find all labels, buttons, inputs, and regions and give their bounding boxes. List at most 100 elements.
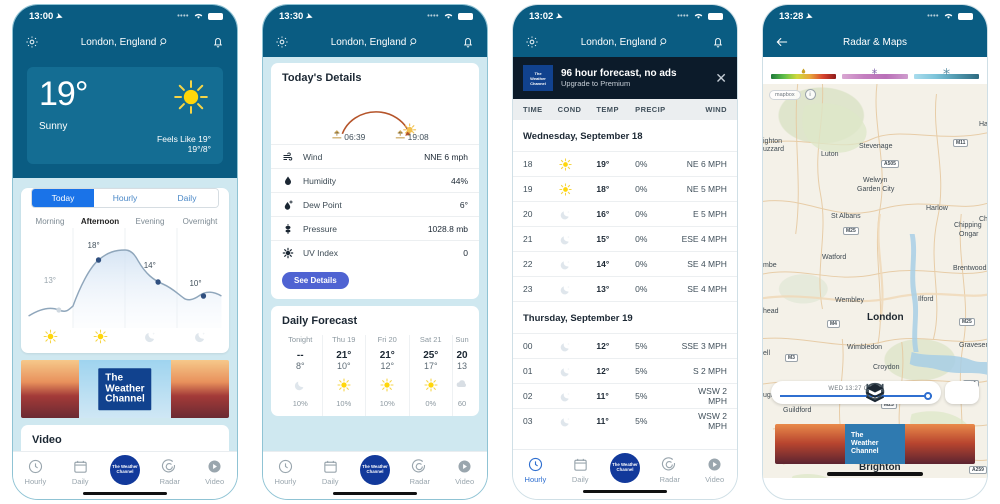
- chart-label-evening: 14°: [143, 261, 156, 270]
- segment-hourly[interactable]: Hourly: [94, 189, 156, 207]
- row-time: 20: [523, 209, 533, 219]
- column-header-time: TIME: [523, 105, 543, 114]
- see-details-button[interactable]: See Details: [282, 272, 349, 289]
- map-label: Have: [979, 121, 987, 128]
- moon-icon: [144, 332, 155, 343]
- row-wind: SE 4 MPH: [687, 259, 727, 269]
- feels-like: Feels Like 19°: [157, 134, 211, 144]
- row-wind: S 2 MPH: [692, 366, 727, 376]
- wifi-icon: [193, 11, 204, 22]
- daypart-afternoon[interactable]: Afternoon: [75, 217, 125, 226]
- daypart-overnight[interactable]: Overnight: [175, 217, 225, 226]
- row-time: 01: [523, 366, 533, 376]
- daily-col-tonight[interactable]: Tonight -- 8° 10%: [279, 335, 323, 416]
- table-row[interactable]: 02 11° 5% WSW 2 MPH: [513, 383, 737, 408]
- tab-daily[interactable]: Daily: [308, 458, 353, 486]
- detail-row-dewpoint[interactable]: Dew Point 6°: [271, 192, 479, 216]
- status-left-4: 13:28 ➤: [779, 11, 814, 22]
- location-title-1[interactable]: London, England: [81, 37, 170, 48]
- legend-precipitation[interactable]: [771, 63, 837, 79]
- map-attribution[interactable]: mapbox i: [769, 89, 816, 100]
- rain-icon: [456, 380, 467, 387]
- tab-home[interactable]: The Weather Channel: [353, 455, 398, 485]
- daily-col-sat[interactable]: Sat 21 25° 17° 0%: [410, 335, 453, 416]
- map-layers-button[interactable]: [865, 381, 979, 404]
- tab-video[interactable]: Video: [192, 458, 237, 486]
- table-row[interactable]: 00 12° 5% SSE 3 MPH: [513, 333, 737, 358]
- daily-hi-1: 21°: [336, 350, 352, 361]
- info-icon[interactable]: i: [804, 89, 816, 100]
- radar-timeline-controls[interactable]: WED 13:27 GMT-4: [771, 381, 979, 404]
- back-arrow-icon[interactable]: [775, 35, 789, 49]
- detail-row-wind[interactable]: Wind NNE 6 mph: [271, 144, 479, 168]
- map-label: Ilford: [918, 296, 934, 303]
- gear-icon[interactable]: [25, 35, 39, 49]
- table-row[interactable]: 19 18° 0% NE 5 MPH: [513, 176, 737, 201]
- snow-legend-icon: [914, 63, 979, 75]
- status-left-3: 13:02 ➤: [529, 11, 564, 22]
- tab-daily[interactable]: Daily: [58, 458, 103, 486]
- advertisement-banner-4[interactable]: The Weather Channel: [775, 424, 975, 464]
- status-right-3: ••••: [677, 11, 723, 22]
- advertisement-banner-1[interactable]: The Weather Channel: [21, 360, 229, 418]
- daily-col-sun[interactable]: Sun 20 13 60: [453, 335, 471, 416]
- search-icon[interactable]: [659, 37, 669, 47]
- gear-icon[interactable]: [275, 35, 289, 49]
- bell-icon[interactable]: [211, 35, 225, 49]
- tab-hourly[interactable]: Hourly: [263, 458, 308, 486]
- daily-col-thu[interactable]: Thu 19 21° 10° 10%: [323, 335, 366, 416]
- detail-row-humidity[interactable]: Humidity 44%: [271, 168, 479, 192]
- detail-row-uv[interactable]: UV Index 0: [271, 240, 479, 264]
- sunny-icon: [93, 329, 107, 344]
- daily-col-fri[interactable]: Fri 20 21° 12° 10%: [366, 335, 410, 416]
- bell-icon[interactable]: [711, 35, 725, 49]
- bell-icon[interactable]: [461, 35, 475, 49]
- close-icon[interactable]: ✕: [715, 70, 727, 87]
- daypart-evening[interactable]: Evening: [125, 217, 175, 226]
- daypart-icon-morning: [25, 328, 75, 345]
- segment-daily[interactable]: Daily: [156, 189, 218, 207]
- location-title-3[interactable]: London, England: [581, 37, 670, 48]
- moon-icon: [560, 342, 570, 351]
- tab-hourly[interactable]: Hourly: [13, 458, 58, 486]
- tab-radar[interactable]: Radar: [647, 456, 692, 484]
- table-row[interactable]: 20 16° 0% E 5 MPH: [513, 201, 737, 226]
- daily-hi-3: 25°: [423, 350, 439, 361]
- play-icon: [458, 460, 471, 473]
- daily-lo-3: 17°: [423, 361, 438, 371]
- tab-home[interactable]: The Weather Channel: [603, 453, 648, 483]
- detail-value-pressure: 1028.8 mb: [427, 223, 468, 234]
- search-icon[interactable]: [159, 37, 169, 47]
- segment-today[interactable]: Today: [32, 189, 94, 207]
- map-label: Harlow: [926, 205, 948, 212]
- table-row[interactable]: 21 15° 0% ESE 4 MPH: [513, 226, 737, 251]
- detail-row-pressure[interactable]: Pressure 1028.8 mb: [271, 216, 479, 240]
- radar-map[interactable]: mapbox i Have ighton uzzard Luton Steven…: [763, 84, 987, 478]
- row-temp: 12°: [596, 366, 610, 376]
- tab-radar[interactable]: Radar: [397, 458, 442, 486]
- layers-icon: [865, 383, 885, 403]
- search-icon[interactable]: [409, 37, 419, 47]
- tab-radar[interactable]: Radar: [147, 458, 192, 486]
- table-row[interactable]: 22 14° 0% SE 4 MPH: [513, 251, 737, 276]
- premium-promo-banner[interactable]: The Weather Channel 96 hour forecast, no a…: [513, 57, 737, 99]
- tab-video[interactable]: Video: [692, 456, 737, 484]
- legend-snow[interactable]: [913, 63, 979, 79]
- forecast-segmented-control[interactable]: Today Hourly Daily: [31, 188, 219, 208]
- table-row[interactable]: 03 11° 5% WSW 2 MPH: [513, 408, 737, 433]
- tab-daily[interactable]: Daily: [558, 456, 603, 484]
- mapbox-attribution-label[interactable]: mapbox: [769, 89, 801, 100]
- table-row[interactable]: 23 13° 0% SE 4 MPH: [513, 276, 737, 301]
- table-row[interactable]: 18 19° 0% NE 6 MPH: [513, 151, 737, 176]
- location-title-2[interactable]: London, England: [331, 37, 420, 48]
- tab-video[interactable]: Video: [442, 458, 487, 486]
- daypart-morning[interactable]: Morning: [25, 217, 75, 226]
- legend-mix[interactable]: [842, 63, 908, 79]
- sunset-marker-icon: [395, 130, 405, 139]
- current-conditions-card[interactable]: 19° Sunny Feels Like 19° 19°/8°: [27, 67, 223, 164]
- table-row[interactable]: 01 12° 5% S 2 MPH: [513, 358, 737, 383]
- gear-icon[interactable]: [525, 35, 539, 49]
- row-wind: NE 6 MPH: [686, 159, 727, 169]
- tab-home[interactable]: The Weather Channel: [103, 455, 148, 485]
- tab-hourly[interactable]: Hourly: [513, 456, 558, 484]
